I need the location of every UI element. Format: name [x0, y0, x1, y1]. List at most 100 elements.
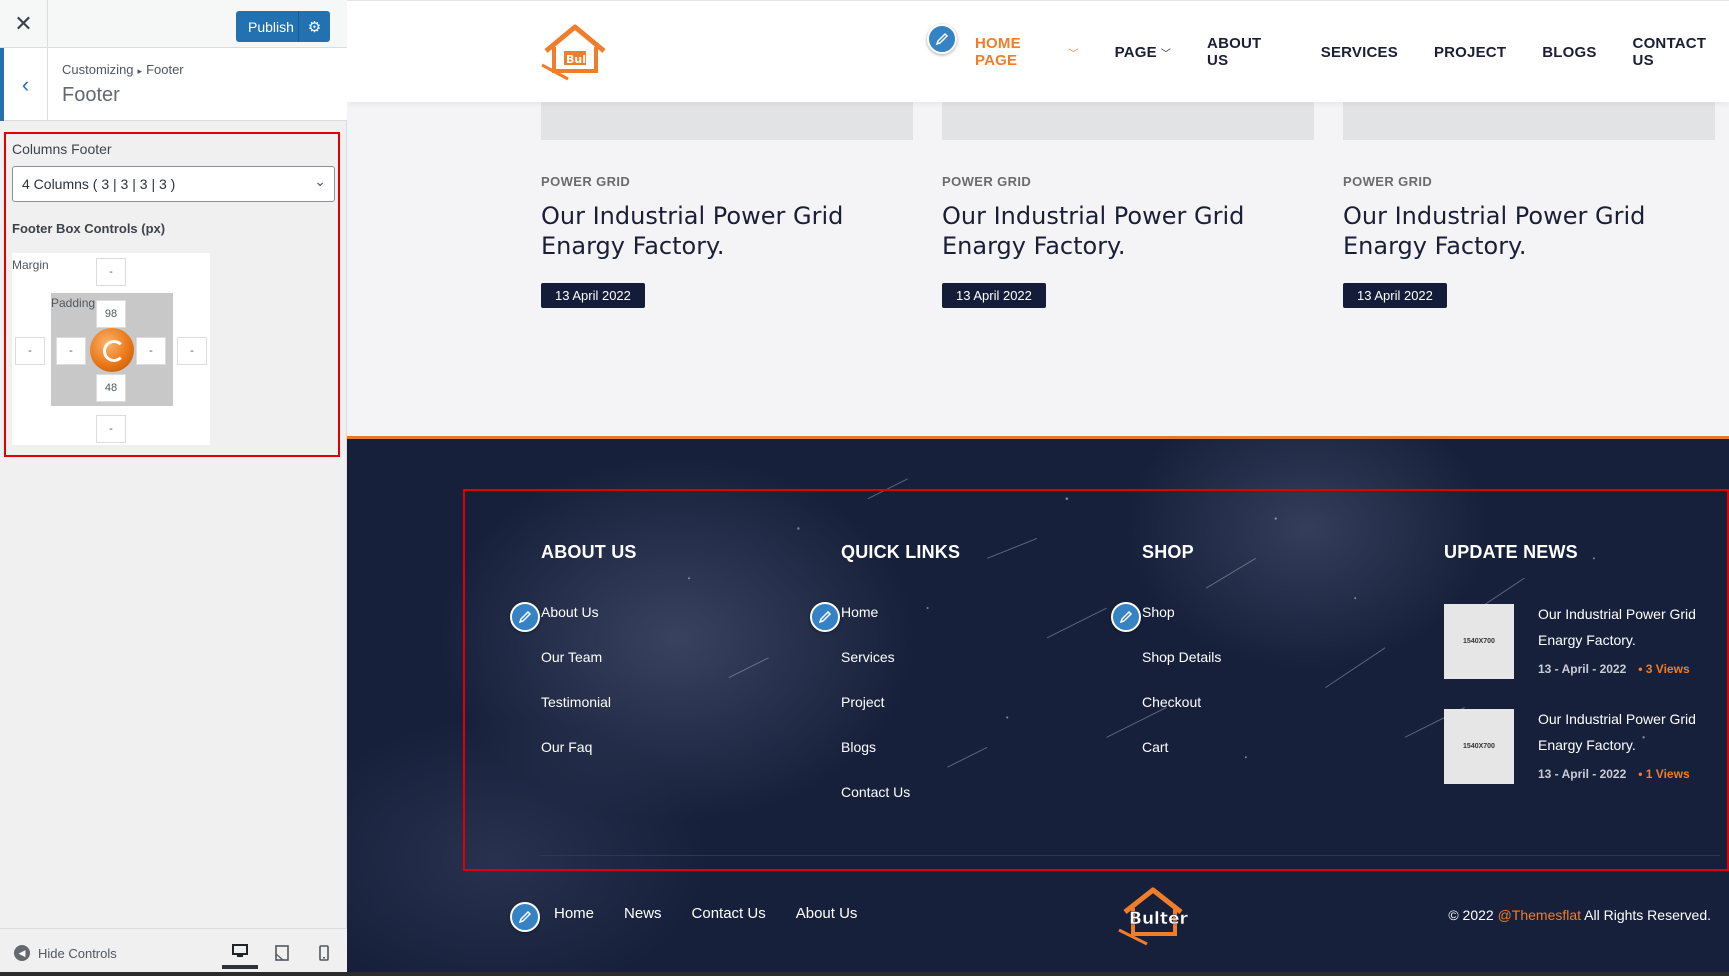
- edit-pencil-icon[interactable]: [1111, 602, 1141, 632]
- publish-button[interactable]: Publish ⚙: [236, 11, 330, 42]
- post-title[interactable]: Our Industrial Power Grid Enargy Factory…: [1343, 201, 1715, 261]
- footer-link[interactable]: Shop: [1142, 604, 1221, 649]
- footer-link[interactable]: Home: [841, 604, 960, 649]
- footer-link[interactable]: About Us: [541, 604, 637, 649]
- padding-right-input[interactable]: -: [136, 337, 166, 365]
- copyright-brand-link[interactable]: @Themesflat: [1498, 907, 1581, 923]
- publish-label: Publish: [248, 18, 294, 35]
- footer-link[interactable]: Our Team: [541, 649, 637, 694]
- news-item[interactable]: 1540X700 Our Industrial Power Grid Enarg…: [1444, 604, 1729, 684]
- margin-right-input[interactable]: -: [177, 337, 207, 365]
- post-date-badge: 13 April 2022: [541, 283, 645, 308]
- section-header: ‹ Customizing ▸ Footer Footer: [0, 48, 347, 121]
- columns-footer-select[interactable]: 4 Columns ( 3 | 3 | 3 | 3 ) ⌄: [12, 166, 335, 202]
- padding-left-input[interactable]: -: [56, 337, 86, 365]
- edit-pencil-icon[interactable]: [510, 602, 540, 632]
- footer-logo[interactable]: Bulter: [1115, 884, 1195, 946]
- breadcrumb: Customizing ▸ Footer: [62, 62, 184, 77]
- svg-text:Bul: Bul: [566, 53, 586, 66]
- nav-item-home-page[interactable]: HOME PAGE ﹀: [975, 35, 1079, 69]
- nav-label: BLOGS: [1542, 43, 1597, 61]
- footer-link[interactable]: Blogs: [841, 739, 960, 784]
- news-views: • 1 Views: [1638, 767, 1690, 781]
- news-meta: 13 - April - 2022 • 1 Views: [1538, 767, 1690, 781]
- footer-link[interactable]: Project: [841, 694, 960, 739]
- footer-column-shop: SHOP Shop Shop Details Checkout Cart: [1142, 542, 1221, 784]
- footer-column-quick-links: QUICK LINKS Home Services Project Blogs …: [841, 542, 960, 829]
- nav-item-blogs[interactable]: BLOGS: [1542, 44, 1596, 61]
- news-thumbnail: 1540X700: [1444, 709, 1514, 784]
- padding-top-input[interactable]: 98: [96, 300, 126, 328]
- post-image: [541, 102, 913, 140]
- nav-item-page[interactable]: PAGE ﹀: [1115, 44, 1171, 61]
- bottom-link[interactable]: Contact Us: [692, 905, 766, 922]
- gear-icon[interactable]: ⚙: [298, 11, 330, 42]
- post-title[interactable]: Our Industrial Power Grid Enargy Factory…: [942, 201, 1314, 261]
- footer-link[interactable]: Checkout: [1142, 694, 1221, 739]
- hide-controls-button[interactable]: ◀ Hide Controls: [14, 945, 117, 961]
- footer-link[interactable]: Our Faq: [541, 739, 637, 784]
- nav-item-project[interactable]: PROJECT: [1434, 44, 1506, 61]
- footer-column-title: ABOUT US: [541, 542, 637, 562]
- footer-link[interactable]: Cart: [1142, 739, 1221, 784]
- chevron-down-icon: ﹀: [1068, 48, 1079, 60]
- margin-bottom-input[interactable]: -: [96, 415, 126, 443]
- margin-top-input[interactable]: -: [96, 258, 126, 286]
- close-icon[interactable]: ✕: [0, 0, 48, 48]
- post-card[interactable]: POWER GRID Our Industrial Power Grid Ena…: [942, 102, 1314, 308]
- post-card[interactable]: POWER GRID Our Industrial Power Grid Ena…: [1343, 102, 1715, 308]
- edit-pencil-icon[interactable]: [810, 602, 840, 632]
- bottom-link[interactable]: News: [624, 905, 662, 922]
- footer-column-about: ABOUT US About Us Our Team Testimonial O…: [541, 542, 637, 784]
- desktop-preview-icon[interactable]: [222, 937, 258, 969]
- nav-item-contact-us[interactable]: CONTACT US: [1633, 35, 1729, 69]
- back-chevron-icon[interactable]: ‹: [0, 48, 48, 121]
- footer-column-title: UPDATE NEWS: [1444, 542, 1578, 562]
- post-card[interactable]: POWER GRID Our Industrial Power Grid Ena…: [541, 102, 913, 308]
- news-date: 13 - April - 2022: [1538, 662, 1627, 676]
- site-logo[interactable]: Bul: [538, 21, 612, 83]
- footer-link[interactable]: Contact Us: [841, 784, 960, 829]
- nav-label: PROJECT: [1433, 43, 1507, 61]
- news-title[interactable]: Our Industrial Power Grid Enargy Factory…: [1538, 601, 1718, 653]
- section-title: Footer: [62, 84, 120, 106]
- loading-spinner-icon: [90, 328, 134, 372]
- post-image: [942, 102, 1314, 140]
- columns-footer-label: Columns Footer: [12, 141, 112, 157]
- bottom-link[interactable]: Home: [554, 905, 594, 922]
- nav-item-services[interactable]: SERVICES: [1321, 44, 1398, 61]
- footer-link[interactable]: Testimonial: [541, 694, 637, 739]
- nav-label: PAGE: [1114, 43, 1157, 61]
- padding-label: Padding: [51, 296, 96, 310]
- site-header: Bul HOME PAGE ﹀ PAGE ﹀ ABOUT US SERVICES P…: [347, 0, 1729, 102]
- box-controls-label: Footer Box Controls (px): [12, 221, 166, 236]
- hide-controls-label: Hide Controls: [38, 945, 117, 961]
- breadcrumb-current: Footer: [146, 62, 184, 77]
- footer-link[interactable]: Services: [841, 649, 960, 694]
- bottom-link[interactable]: About Us: [796, 905, 858, 922]
- post-title[interactable]: Our Industrial Power Grid Enargy Factory…: [541, 201, 913, 261]
- news-item[interactable]: 1540X700 Our Industrial Power Grid Enarg…: [1444, 709, 1729, 789]
- nav-label: CONTACT US: [1632, 35, 1707, 69]
- nav-label: ABOUT US: [1207, 35, 1262, 69]
- edit-pencil-icon[interactable]: [510, 902, 540, 932]
- footer-bottom-nav: Home News Contact Us About Us: [554, 905, 857, 922]
- post-date-badge: 13 April 2022: [1343, 283, 1447, 308]
- copyright-suffix: All Rights Reserved.: [1581, 907, 1711, 923]
- footer-divider: [540, 855, 1720, 856]
- padding-bottom-input[interactable]: 48: [96, 374, 126, 402]
- news-date: 13 - April - 2022: [1538, 767, 1627, 781]
- margin-label: Margin: [12, 258, 49, 272]
- tablet-preview-icon[interactable]: [264, 937, 300, 969]
- news-title[interactable]: Our Industrial Power Grid Enargy Factory…: [1538, 706, 1718, 758]
- customizer-sidebar: ✕ Publish ⚙ ‹ Customizing ▸ Footer Footer …: [0, 0, 347, 976]
- horizontal-scrollbar[interactable]: [0, 972, 1729, 976]
- margin-left-input[interactable]: -: [15, 337, 45, 365]
- edit-pencil-icon[interactable]: [927, 24, 957, 54]
- post-date-badge: 13 April 2022: [942, 283, 1046, 308]
- mobile-preview-icon[interactable]: [306, 937, 342, 969]
- customizer-footer: ◀ Hide Controls: [0, 928, 347, 976]
- nav-item-about-us[interactable]: ABOUT US: [1207, 35, 1285, 69]
- footer-link[interactable]: Shop Details: [1142, 649, 1221, 694]
- chevron-down-icon: ⌄: [314, 173, 326, 189]
